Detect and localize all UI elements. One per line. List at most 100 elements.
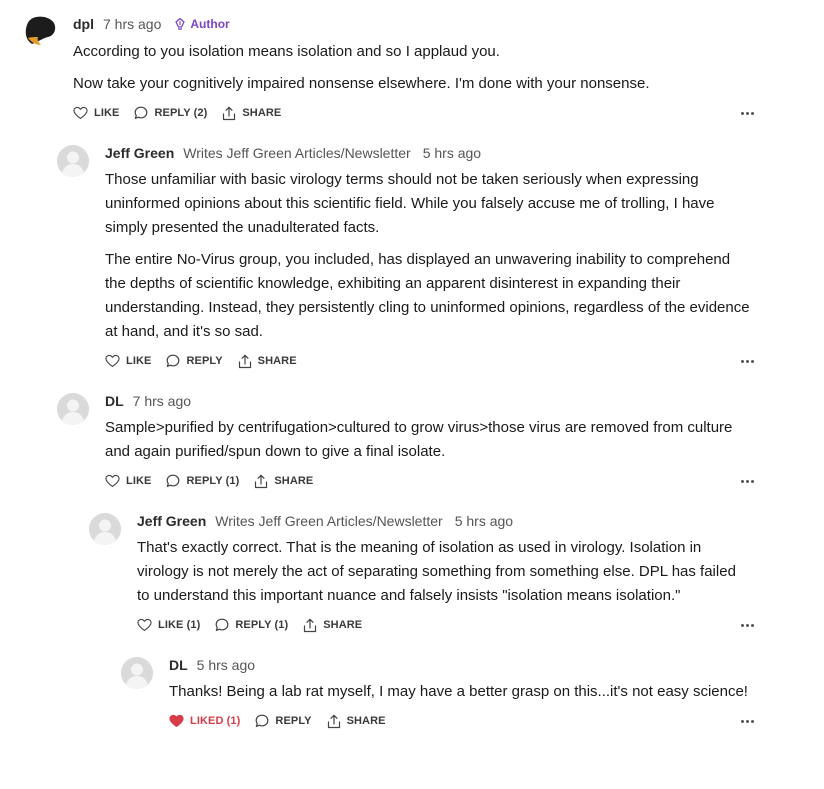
timestamp[interactable]: 7 hrs ago bbox=[103, 16, 161, 32]
comment-actions: LIKE REPLY (2) SHARE bbox=[73, 104, 296, 122]
share-icon bbox=[255, 474, 268, 488]
comment-paragraph: According to you isolation means isolati… bbox=[73, 43, 500, 60]
comment: dpl 7 hrs ago Author According to you is… bbox=[73, 14, 754, 126]
author-name[interactable]: Jeff Green bbox=[105, 145, 174, 161]
more-options-button[interactable] bbox=[741, 616, 754, 634]
dot-icon bbox=[751, 719, 754, 723]
comment-meta: DL 5 hrs ago bbox=[169, 655, 255, 675]
dot-icon bbox=[741, 623, 744, 627]
comment-bubble-icon bbox=[215, 618, 229, 631]
heart-icon bbox=[105, 474, 120, 487]
default-avatar-icon bbox=[121, 657, 153, 689]
reply-label: REPLY bbox=[275, 715, 312, 727]
share-icon bbox=[327, 714, 340, 728]
reply-button[interactable]: REPLY (2) bbox=[134, 106, 207, 120]
like-label: LIKE bbox=[126, 475, 152, 487]
share-button[interactable]: SHARE bbox=[327, 714, 386, 729]
more-options-button[interactable] bbox=[741, 472, 754, 490]
dot-icon bbox=[741, 479, 744, 483]
share-label: SHARE bbox=[323, 619, 363, 631]
dot-icon bbox=[751, 111, 754, 115]
default-avatar-icon bbox=[57, 145, 89, 177]
comment-meta: Jeff Green Writes Jeff Green Articles/Ne… bbox=[105, 143, 481, 163]
more-options-button[interactable] bbox=[741, 352, 754, 370]
comment-body: Those unfamiliar with basic virology ter… bbox=[105, 168, 754, 344]
author-description[interactable]: Writes Jeff Green Articles/Newsletter bbox=[215, 513, 442, 529]
avatar[interactable] bbox=[57, 393, 89, 425]
share-button[interactable]: SHARE bbox=[238, 354, 297, 369]
heart-icon bbox=[105, 354, 120, 367]
author-name[interactable]: Jeff Green bbox=[137, 513, 206, 529]
heart-icon bbox=[73, 106, 88, 119]
author-name[interactable]: dpl bbox=[73, 16, 94, 32]
dot-icon bbox=[746, 479, 749, 483]
author-name[interactable]: DL bbox=[105, 393, 124, 409]
share-button[interactable]: SHARE bbox=[222, 106, 281, 121]
like-button[interactable]: LIKE bbox=[73, 106, 119, 120]
timestamp[interactable]: 7 hrs ago bbox=[133, 393, 191, 409]
reply-button[interactable]: REPLY bbox=[255, 714, 311, 728]
heart-icon bbox=[137, 618, 152, 631]
reply-button[interactable]: REPLY bbox=[166, 354, 223, 368]
like-button[interactable]: LIKE bbox=[105, 354, 151, 368]
quill-icon bbox=[175, 18, 186, 30]
comment-actions: LIKE REPLY SHARE bbox=[105, 352, 312, 370]
reply-button[interactable]: REPLY (1) bbox=[166, 474, 239, 488]
avatar[interactable] bbox=[24, 14, 56, 46]
like-label: LIKE bbox=[94, 107, 120, 119]
share-label: SHARE bbox=[274, 475, 314, 487]
dot-icon bbox=[746, 111, 749, 115]
share-button[interactable]: SHARE bbox=[254, 474, 313, 489]
author-name[interactable]: DL bbox=[169, 657, 188, 673]
comment-paragraph: Those unfamiliar with basic virology ter… bbox=[105, 171, 715, 236]
comment-body: According to you isolation means isolati… bbox=[73, 40, 773, 96]
share-label: SHARE bbox=[257, 355, 297, 367]
heart-filled-icon bbox=[169, 714, 184, 727]
comment-actions: LIKED (1) REPLY SHARE bbox=[169, 712, 401, 730]
share-icon bbox=[223, 106, 236, 120]
comment-bubble-icon bbox=[167, 354, 180, 367]
timestamp[interactable]: 5 hrs ago bbox=[423, 145, 481, 161]
share-button[interactable]: SHARE bbox=[303, 618, 362, 633]
reply-label: REPLY (2) bbox=[154, 107, 208, 119]
author-description[interactable]: Writes Jeff Green Articles/Newsletter bbox=[183, 145, 410, 161]
comment-paragraph: Thanks! Being a lab rat myself, I may ha… bbox=[169, 683, 748, 700]
timestamp[interactable]: 5 hrs ago bbox=[197, 657, 255, 673]
avatar[interactable] bbox=[57, 145, 89, 177]
reply-label: REPLY bbox=[186, 355, 223, 367]
comment-body: That's exactly correct. That is the mean… bbox=[137, 536, 749, 608]
timestamp[interactable]: 5 hrs ago bbox=[455, 513, 513, 529]
like-label: LIKED (1) bbox=[190, 715, 241, 727]
comment-paragraph: Now take your cognitively impaired nonse… bbox=[73, 75, 650, 92]
liked-button[interactable]: LIKED (1) bbox=[169, 714, 240, 728]
comment-meta: DL 7 hrs ago bbox=[105, 391, 191, 411]
comment-bubble-icon bbox=[167, 474, 180, 487]
comment-paragraph: The entire No-Virus group, you included,… bbox=[105, 251, 750, 340]
like-button[interactable]: LIKE (1) bbox=[137, 618, 200, 632]
more-options-button[interactable] bbox=[741, 104, 754, 122]
comment: Jeff Green Writes Jeff Green Articles/Ne… bbox=[105, 143, 754, 371]
comment-actions: LIKE (1) REPLY (1) SHARE bbox=[137, 616, 377, 634]
comment: DL 7 hrs ago Sample>purified by centrifu… bbox=[105, 391, 754, 491]
comment-paragraph: That's exactly correct. That is the mean… bbox=[137, 539, 736, 604]
comment-body: Thanks! Being a lab rat myself, I may ha… bbox=[169, 680, 754, 704]
avatar[interactable] bbox=[89, 513, 121, 545]
share-icon bbox=[238, 354, 251, 368]
author-badge: Author bbox=[175, 17, 230, 31]
default-avatar-icon bbox=[89, 513, 121, 545]
avatar[interactable] bbox=[121, 657, 153, 689]
reply-button[interactable]: REPLY (1) bbox=[215, 618, 288, 632]
dot-icon bbox=[751, 623, 754, 627]
comment: Jeff Green Writes Jeff Green Articles/Ne… bbox=[137, 511, 754, 635]
more-options-button[interactable] bbox=[741, 712, 754, 730]
comment-paragraph: Sample>purified by centrifugation>cultur… bbox=[105, 419, 733, 460]
dot-icon bbox=[746, 359, 749, 363]
comment-actions: LIKE REPLY (1) SHARE bbox=[105, 472, 328, 490]
dot-icon bbox=[741, 359, 744, 363]
reply-label: REPLY (1) bbox=[235, 619, 289, 631]
like-button[interactable]: LIKE bbox=[105, 474, 151, 488]
share-icon bbox=[304, 618, 317, 632]
like-label: LIKE (1) bbox=[158, 619, 201, 631]
comment-bubble-icon bbox=[135, 106, 148, 119]
dot-icon bbox=[751, 359, 754, 363]
